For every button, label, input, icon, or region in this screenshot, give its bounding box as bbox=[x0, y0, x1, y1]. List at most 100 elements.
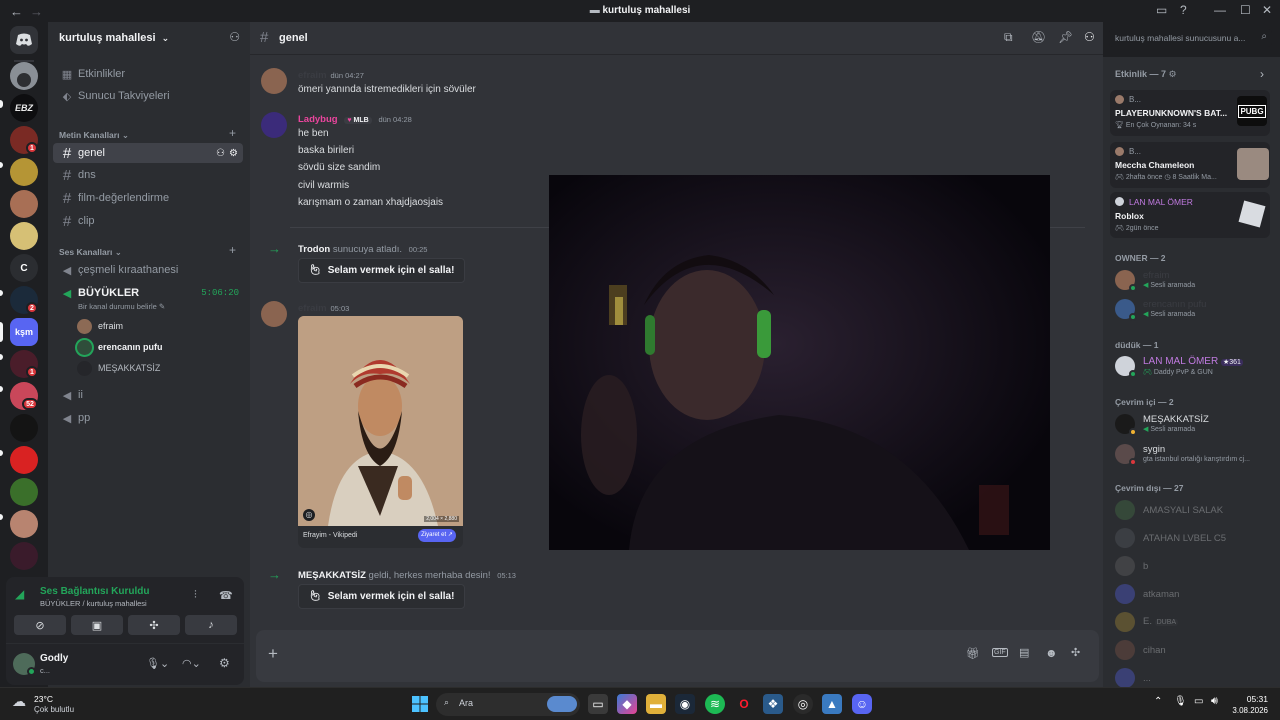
voice-user-mesakkatsiz[interactable]: MEŞAKKATSİZ bbox=[77, 359, 160, 377]
tray-mic-icon[interactable]: 🎙︎ bbox=[1174, 696, 1187, 707]
settings-icon[interactable]: ⚙ bbox=[229, 148, 238, 159]
screen-share-button[interactable]: ▣ bbox=[71, 615, 123, 635]
add-member-icon[interactable]: ⚇ bbox=[229, 30, 240, 44]
volume-icon[interactable]: 🔊︎ bbox=[1211, 695, 1218, 708]
network-icon[interactable]: ▭ bbox=[1194, 696, 1203, 707]
discord-home-button[interactable] bbox=[10, 26, 38, 54]
image-embed[interactable]: ◎ 2,004 × 2,880 Efrayim - Vikipedi Ziyar… bbox=[298, 316, 463, 548]
voice-channel-ii[interactable]: ◀ ii bbox=[53, 385, 243, 405]
chevron-right-icon[interactable]: › bbox=[1260, 67, 1264, 81]
member-efraim[interactable]: efraim ◀ Sesli aramada bbox=[1115, 268, 1275, 292]
avatar[interactable] bbox=[261, 112, 287, 138]
apps-icon[interactable]: ✣ bbox=[1071, 646, 1080, 659]
member-mesakkatsiz[interactable]: MEŞAKKATSİZ ◀ Sesli aramada bbox=[1115, 412, 1275, 436]
channel-genel[interactable]: # genel ⚇ ⚙ bbox=[53, 143, 243, 163]
message-author[interactable]: Ladybug bbox=[298, 114, 338, 125]
voice-channel-1[interactable]: ◀ çeşmeli kıraathanesi bbox=[53, 260, 243, 280]
discord-taskbar-icon[interactable]: ☺ bbox=[852, 694, 872, 714]
member-offline[interactable]: atkaman bbox=[1115, 582, 1275, 606]
message-author[interactable]: efraim bbox=[298, 70, 327, 81]
disconnect-icon[interactable]: ☎ bbox=[219, 589, 233, 602]
steam-icon[interactable]: ◉ bbox=[675, 694, 695, 714]
server-avatar-16[interactable] bbox=[10, 542, 38, 570]
server-avatar-12[interactable] bbox=[10, 414, 38, 442]
wave-button[interactable]: 🙋︎ Selam vermek için el salla! bbox=[298, 584, 466, 609]
message-author[interactable]: efraim bbox=[298, 303, 327, 314]
avatar[interactable] bbox=[261, 301, 287, 327]
server-c[interactable]: C bbox=[10, 254, 38, 282]
copilot-icon[interactable]: ◆ bbox=[617, 694, 637, 714]
voice-status[interactable]: Ses Bağlantısı Kuruldu bbox=[40, 586, 149, 597]
channel-clip[interactable]: # clip bbox=[53, 211, 243, 231]
server-avatar-1[interactable] bbox=[10, 62, 38, 90]
avatar[interactable] bbox=[261, 68, 287, 94]
tray-chevron-icon[interactable]: ⌃ bbox=[1154, 696, 1162, 707]
sticker-icon[interactable]: ▤ bbox=[1019, 646, 1029, 659]
voice-user-efraim[interactable]: efraim bbox=[77, 317, 123, 335]
file-explorer-icon[interactable]: ▬ bbox=[646, 694, 666, 714]
activity-card[interactable]: LAN MAL ÖMER Roblox 🎮︎ 2gün önce bbox=[1110, 192, 1270, 238]
help-icon[interactable]: ? bbox=[1180, 3, 1187, 17]
opera-icon[interactable]: O bbox=[734, 694, 754, 714]
member-lan-mal-omer[interactable]: LAN MAL ÖMER ★361 🎮︎ Daddy PvP & GUN bbox=[1115, 354, 1275, 378]
weather-temp[interactable]: 23°C bbox=[34, 694, 53, 704]
clock-time[interactable]: 05:31 bbox=[1232, 694, 1268, 704]
server-avatar-5[interactable] bbox=[10, 190, 38, 218]
member-list-icon[interactable]: ⚇ bbox=[1084, 30, 1095, 44]
gift-icon[interactable]: 🎁︎ bbox=[966, 647, 980, 660]
emoji-icon[interactable]: ☻ bbox=[1045, 646, 1058, 660]
camera-off-button[interactable]: ⊘ bbox=[14, 615, 66, 635]
visit-button[interactable]: Ziyaret et ↗ bbox=[418, 529, 456, 542]
user-settings-icon[interactable]: ⚙ bbox=[219, 656, 230, 670]
gear-icon[interactable]: ⚙ bbox=[1169, 69, 1177, 79]
member-offline[interactable]: cihan bbox=[1115, 638, 1275, 662]
server-ksm[interactable]: kşm bbox=[10, 318, 38, 346]
noise-suppression-icon[interactable]: ⫶ bbox=[194, 589, 197, 602]
member-offline[interactable]: AMASYALI SALAK bbox=[1115, 498, 1275, 522]
server-ebz[interactable]: EBZ bbox=[10, 94, 38, 122]
wave-button[interactable]: 🙋︎ Selam vermek için el salla! bbox=[298, 258, 466, 283]
voice-user-erencan[interactable]: erencanın pufu bbox=[77, 338, 163, 356]
pinned-icon[interactable]: 📌︎ bbox=[1058, 30, 1073, 44]
taskbar-search[interactable]: ⌕ Ara bbox=[436, 693, 580, 716]
notification-mute-icon[interactable]: 🔕︎ bbox=[1031, 30, 1046, 44]
activity-card[interactable]: B... Meccha Chameleon 🎮︎ 2hafta önce ◷ 8… bbox=[1110, 142, 1270, 188]
voice-category[interactable]: Ses Kanalları ⌄ bbox=[59, 247, 122, 258]
spotify-icon[interactable]: ≋ bbox=[705, 694, 725, 714]
member-offline[interactable]: b bbox=[1115, 554, 1275, 578]
alt-text-icon[interactable]: ◎ bbox=[303, 509, 315, 521]
photos-icon[interactable]: ▲ bbox=[822, 694, 842, 714]
server-avatar-6[interactable] bbox=[10, 222, 38, 250]
github-icon[interactable]: ◎ bbox=[793, 694, 813, 714]
member-erencan[interactable]: erencanın pufu ◀ Sesli aramada bbox=[1115, 297, 1275, 321]
activities-button[interactable]: ✣ bbox=[128, 615, 180, 635]
activity-card[interactable]: B... PLAYERUNKNOWN'S BAT... 🏆︎ En Çok Oy… bbox=[1110, 90, 1270, 136]
close-icon[interactable]: ✕ bbox=[1262, 3, 1272, 17]
message-input[interactable] bbox=[296, 630, 946, 682]
headphones-icon[interactable]: ◠⌄ bbox=[182, 657, 201, 670]
member-offline[interactable]: ATAHAN LVBEL C5 bbox=[1115, 526, 1275, 550]
video-stream[interactable] bbox=[549, 175, 1050, 550]
server-avatar-13[interactable] bbox=[10, 446, 38, 474]
member-sygin[interactable]: sygin gta istanbul ortalığı karıştırdım c… bbox=[1115, 442, 1275, 466]
app-icon[interactable]: ❖ bbox=[763, 694, 783, 714]
server-avatar-15[interactable] bbox=[10, 510, 38, 538]
task-view-icon[interactable]: ▭ bbox=[588, 694, 608, 714]
attach-plus-icon[interactable]: + bbox=[268, 644, 278, 664]
channel-film[interactable]: # film-değerlendirme bbox=[53, 188, 243, 208]
channel-dns[interactable]: # dns bbox=[53, 165, 243, 185]
maximize-icon[interactable]: ☐ bbox=[1240, 3, 1251, 17]
voice-channel-buyukler[interactable]: ◀ BÜYÜKLER 5:06:20 bbox=[53, 283, 243, 303]
add-channel-icon[interactable]: + bbox=[229, 126, 236, 140]
guild-header[interactable]: kurtuluş mahallesi ⌄ ⚇ bbox=[48, 22, 250, 54]
minimize-icon[interactable]: — bbox=[1214, 3, 1226, 17]
username[interactable]: Godly bbox=[40, 653, 68, 664]
windows-start-icon[interactable] bbox=[410, 694, 430, 714]
member-offline[interactable]: E. DUBA bbox=[1115, 610, 1275, 634]
system-user[interactable]: MEŞAKKATSİZ bbox=[298, 570, 366, 581]
text-category[interactable]: Metin Kanalları ⌄ bbox=[59, 130, 129, 141]
embed-title[interactable]: Efrayim - Vikipedi bbox=[303, 532, 357, 539]
server-avatar-4[interactable] bbox=[10, 158, 38, 186]
weather-cloud-icon[interactable]: ☁ bbox=[12, 693, 26, 710]
channel-status-setter[interactable]: Bir kanal durumu belirle ✎ bbox=[78, 302, 165, 311]
